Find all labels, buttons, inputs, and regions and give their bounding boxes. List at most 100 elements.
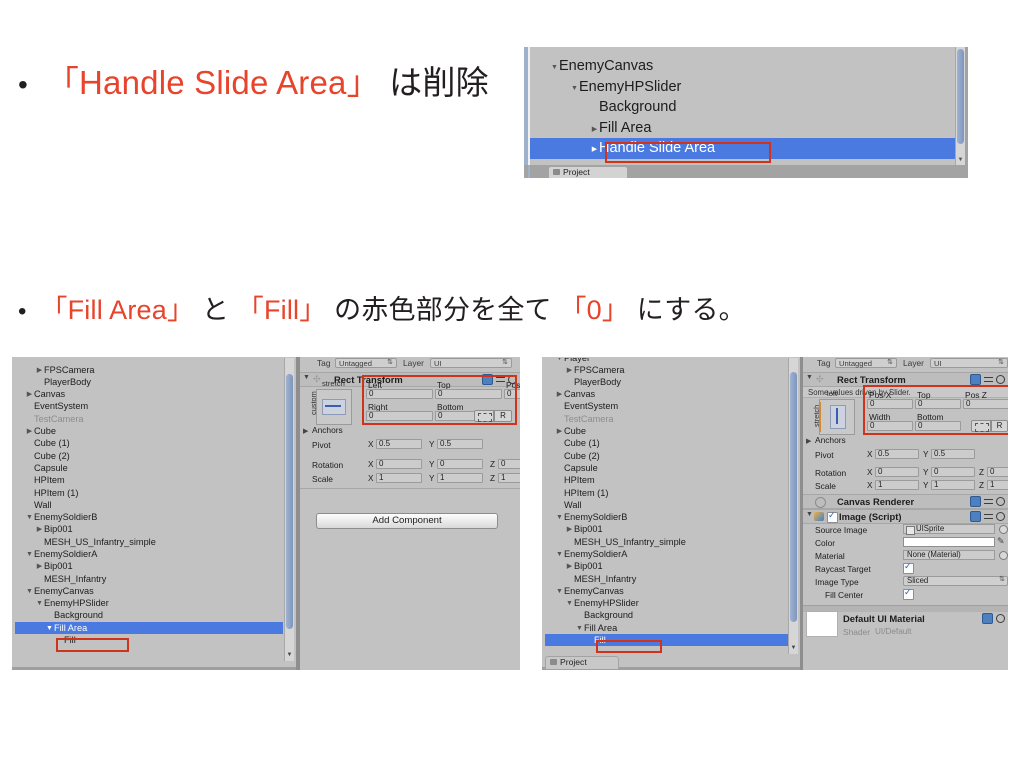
hierarchy-item-capsule[interactable]: Capsule <box>15 462 283 474</box>
gear-icon[interactable] <box>996 512 1005 521</box>
rotation-y-input[interactable]: 0 <box>931 467 975 477</box>
hierarchy-item-bip001[interactable]: ▶ Bip001 <box>15 523 283 535</box>
scale-x-input[interactable]: 1 <box>376 473 422 483</box>
gear-icon[interactable] <box>996 497 1005 506</box>
hierarchy-item-mesh-us-infantry-simple[interactable]: MESH_US_Infantry_simple <box>15 536 283 548</box>
hierarchy-item[interactable] <box>530 47 955 56</box>
pivot-x-input[interactable]: 0.5 <box>875 449 919 459</box>
field-left-input[interactable]: 0 <box>366 389 433 399</box>
hierarchy-item-mesh-infantry[interactable]: MESH_Infantry <box>545 573 788 585</box>
hierarchy-item-bip001[interactable]: ▶ Bip001 <box>545 523 788 535</box>
hierarchy-item-fpscamera[interactable]: ▶ FPSCamera <box>545 364 788 376</box>
hierarchy-item-wall[interactable]: Wall <box>15 499 283 511</box>
image-script-header[interactable]: ▼ Image (Script) <box>803 509 1008 524</box>
pivot-x-input[interactable]: 0.5 <box>376 439 422 449</box>
hierarchy-item-enemycanvas[interactable]: ▼EnemyCanvas <box>15 585 283 597</box>
add-component-button[interactable]: Add Component <box>316 513 498 529</box>
foldout-open-icon[interactable]: ▼ <box>550 58 559 79</box>
project-tab-top[interactable]: Project <box>548 166 628 178</box>
raw-edit-mode-button[interactable]: R <box>991 420 1008 432</box>
foldout-open-icon[interactable]: ▼ <box>570 79 579 100</box>
hierarchy-item-fill-area[interactable]: ▶ Fill Area <box>530 118 955 139</box>
anchor-preset-button-left[interactable] <box>316 389 352 425</box>
material-field[interactable]: None (Material) <box>903 550 995 560</box>
hierarchy-item-cube-1[interactable]: Cube (1) <box>15 437 283 449</box>
hierarchy-item-testcamera[interactable]: TestCamera <box>15 413 283 425</box>
tag-dropdown-left[interactable]: Untagged ⇅ <box>335 358 397 368</box>
material-picker-icon[interactable] <box>999 551 1008 560</box>
pivot-y-input[interactable]: 0.5 <box>931 449 975 459</box>
hierarchy-item-hpitem-1[interactable]: HPItem (1) <box>15 487 283 499</box>
material-header-icons[interactable] <box>982 613 1005 624</box>
preset-icon[interactable] <box>984 512 993 521</box>
hierarchy-item-testcamera[interactable]: TestCamera <box>545 413 788 425</box>
hierarchy-item-cube-2[interactable]: Cube (2) <box>15 450 283 462</box>
hierarchy-scrollbar-right[interactable]: ▼ <box>788 358 798 654</box>
hierarchy-item-enemysoldiera[interactable]: ▼EnemySoldierA <box>15 548 283 560</box>
scale-z-input[interactable]: 1 <box>498 473 520 483</box>
hierarchy-item-mesh-infantry[interactable]: MESH_Infantry <box>15 573 283 585</box>
hierarchy-item-canvas[interactable]: ▶ Canvas <box>15 388 283 400</box>
scale-y-input[interactable]: 1 <box>931 480 975 490</box>
tag-dropdown-right[interactable]: Untagged ⇅ <box>835 358 897 368</box>
help-icon[interactable] <box>970 496 981 507</box>
hierarchy-item-cube-2[interactable]: Cube (2) <box>545 450 788 462</box>
hierarchy-item-enemyhpslider[interactable]: ▼EnemyHPSlider <box>15 597 283 609</box>
color-swatch-field[interactable] <box>903 537 995 547</box>
hierarchy-item-hpitem[interactable]: HPItem <box>545 474 788 486</box>
blueprint-mode-button[interactable] <box>971 420 991 432</box>
hierarchy-item-cube[interactable]: ▶ Cube <box>545 425 788 437</box>
foldout-arrow-icon[interactable]: ▼ <box>806 511 813 518</box>
layer-dropdown-left[interactable]: UI ⇅ <box>430 358 512 368</box>
hierarchy-item-hpitem-1[interactable]: HPItem (1) <box>545 487 788 499</box>
hierarchy-scrollbar-top[interactable]: ▼ <box>955 47 965 165</box>
hierarchy-tree-left[interactable]: ▶ FPSCamera PlayerBody ▶ Canvas EventSystem Te… <box>15 358 283 662</box>
canvas-renderer-header[interactable]: Canvas Renderer <box>803 494 1008 509</box>
help-icon[interactable] <box>970 511 981 522</box>
hierarchy-item-background[interactable]: Background <box>15 609 283 621</box>
hierarchy-item-fpscamera[interactable]: ▶ FPSCamera <box>15 364 283 376</box>
scale-x-input[interactable]: 1 <box>875 480 919 490</box>
field-posz-input[interactable]: 0 <box>963 399 1008 409</box>
field-posx-input[interactable]: 0 <box>867 399 913 409</box>
field-top-input[interactable]: 0 <box>915 399 961 409</box>
field-bottom-input[interactable]: 0 <box>915 421 961 431</box>
hierarchy-item-hpitem[interactable]: HPItem <box>15 474 283 486</box>
hierarchy-tree-right[interactable]: ▼Player ▶ FPSCamera PlayerBody ▶ Canvas EventS… <box>545 358 788 655</box>
hierarchy-item-eventsystem[interactable]: EventSystem <box>545 400 788 412</box>
field-width-input[interactable]: 0 <box>867 421 913 431</box>
hierarchy-item-fill-area[interactable]: ▼Fill Area <box>545 622 788 634</box>
scrollbar-thumb[interactable] <box>790 372 797 622</box>
gear-icon[interactable] <box>996 375 1005 384</box>
scroll-down-arrow-icon[interactable]: ▼ <box>790 645 797 652</box>
hierarchy-item-fill[interactable]: Fill <box>15 634 283 646</box>
scrollbar-thumb[interactable] <box>286 374 293 629</box>
preset-icon[interactable] <box>984 497 993 506</box>
hierarchy-item-enemycanvas[interactable]: ▼EnemyCanvas <box>545 585 788 597</box>
scale-y-input[interactable]: 1 <box>437 473 483 483</box>
hierarchy-item-enemyhpslider[interactable]: ▼EnemyHPSlider <box>530 77 955 98</box>
eyedropper-icon[interactable]: ✎ <box>997 536 1005 547</box>
hierarchy-item-mesh-us-infantry-simple[interactable]: MESH_US_Infantry_simple <box>545 536 788 548</box>
hierarchy-item-cube-1[interactable]: Cube (1) <box>545 437 788 449</box>
component-header-icons[interactable] <box>970 496 1005 507</box>
hierarchy-item-enemysoldierb[interactable]: ▼EnemySoldierB <box>15 511 283 523</box>
rotation-z-input[interactable]: 0 <box>498 459 520 469</box>
hierarchy-item-enemysoldiera[interactable]: ▼EnemySoldierA <box>545 548 788 560</box>
hierarchy-item-fill-area[interactable]: ▼Fill Area <box>15 621 283 635</box>
hierarchy-item-playerbody[interactable]: PlayerBody <box>545 376 788 388</box>
preset-icon[interactable] <box>496 375 505 384</box>
rotation-z-input[interactable]: 0 <box>987 467 1008 477</box>
help-icon[interactable] <box>982 613 993 624</box>
hierarchy-item-cube[interactable]: ▶ Cube <box>15 425 283 437</box>
hierarchy-item-background[interactable]: Background <box>530 97 955 118</box>
foldout-closed-icon[interactable]: ▶ <box>590 140 599 161</box>
source-image-field[interactable]: UISprite <box>903 524 995 535</box>
component-header-icons[interactable] <box>970 374 1005 385</box>
anchor-preset-button-right[interactable] <box>819 399 855 435</box>
scale-z-input[interactable]: 1 <box>987 480 1008 490</box>
hierarchy-item-eventsystem[interactable]: EventSystem <box>15 400 283 412</box>
scroll-down-arrow-icon[interactable]: ▼ <box>957 157 964 164</box>
help-icon[interactable] <box>970 374 981 385</box>
image-type-dropdown[interactable]: Sliced ⇅ <box>903 576 1008 586</box>
